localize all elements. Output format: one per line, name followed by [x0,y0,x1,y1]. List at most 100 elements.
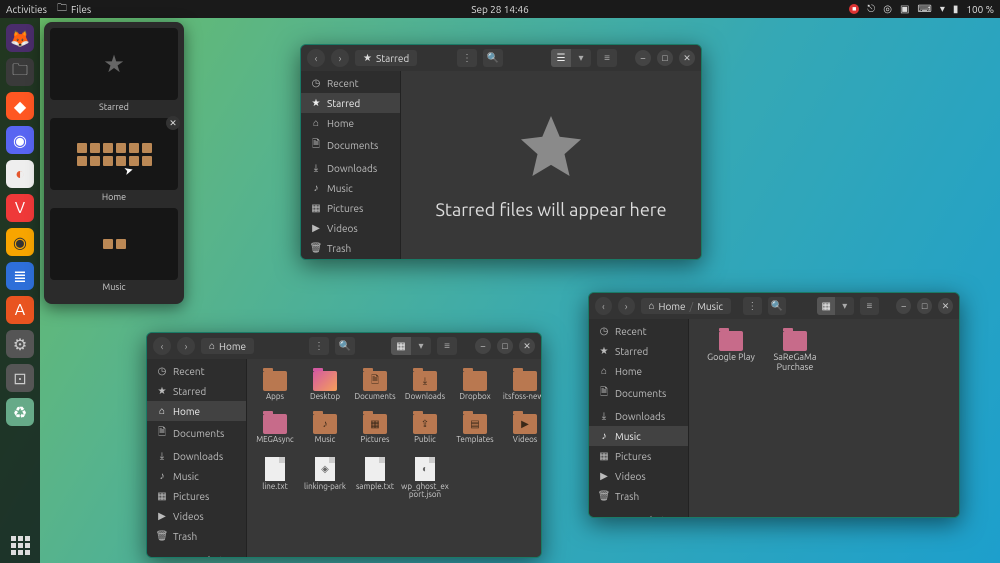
sidebar-item-pictures[interactable]: ▦Pictures [589,446,688,466]
sidebar-item-downloads[interactable]: ⤓Downloads [147,446,246,466]
keyboard-indicator[interactable]: ⌨ [917,3,931,15]
close-button[interactable]: ✕ [938,298,953,314]
battery-icon[interactable]: ▮ [953,3,959,15]
dock-writer-icon[interactable]: ≣ [6,262,34,290]
maximize-button[interactable]: □ [917,298,932,314]
sidebar-item-documents[interactable]: 🗎Documents [301,133,400,158]
file-item[interactable]: Dropbox [451,371,499,402]
file-item[interactable]: ▦Pictures [351,414,399,445]
dock-settings-icon[interactable]: ⚙ [6,330,34,358]
sidebar-item-downloads[interactable]: ⤓Downloads [589,406,688,426]
indicator-icon-3[interactable]: ▣ [900,3,909,15]
back-button[interactable]: ‹ [153,337,171,355]
window-thumb-music[interactable] [50,208,178,280]
kebab-menu-button[interactable]: ⋮ [457,49,477,67]
back-button[interactable]: ‹ [595,297,612,315]
breadcrumb-music[interactable]: Music [697,301,723,312]
file-item[interactable]: ◐wp_ghost_export.json [401,457,449,501]
search-button[interactable]: 🔍 [768,297,787,315]
dock-discord-icon[interactable]: ◉ [6,126,34,154]
dock-disk-icon[interactable]: ⊡ [6,364,34,392]
forward-button[interactable]: › [177,337,195,355]
content-area[interactable]: Google PlaySaReGaMa Purchase [689,319,959,517]
close-icon[interactable]: ✕ [166,116,180,130]
sidebar-item-trash[interactable]: 🗑Trash [147,526,246,546]
file-item[interactable]: itsfoss-news [501,371,541,402]
sidebar-item-videos[interactable]: ▶Videos [147,506,246,526]
hamburger-menu-button[interactable]: ≡ [597,49,617,67]
network-icon[interactable]: ▾ [940,3,945,15]
file-item[interactable]: line.txt [251,457,299,501]
sidebar-item-documents[interactable]: 🗎Documents [589,381,688,406]
location-bar[interactable]: ★ Starred [355,50,417,66]
minimize-button[interactable]: – [475,338,491,354]
dock-trash-icon[interactable]: ♻ [6,398,34,426]
file-item[interactable]: Google Play [701,331,761,373]
activities-button[interactable]: Activities [6,4,47,15]
window-thumb-home[interactable]: ✕ ➤ [50,118,178,190]
sidebar-item-home[interactable]: ⌂Home [301,113,400,133]
sidebar-item-screenshots[interactable]: □Screenshots [147,550,246,557]
file-item[interactable]: 🗎Documents [351,371,399,402]
sidebar-item-screenshots[interactable]: □Screenshots [589,510,688,517]
grid-view-button[interactable]: ▦ [391,337,411,355]
view-chevron-down-icon[interactable]: ▾ [571,49,591,67]
sidebar-item-downloads[interactable]: ⤓Downloads [301,158,400,178]
content-area[interactable]: AppsDesktop🗎Documents⤓DownloadsDropboxit… [247,359,541,557]
list-view-button[interactable]: ☰ [551,49,571,67]
file-item[interactable]: MEGAsync [251,414,299,445]
sidebar-item-home[interactable]: ⌂Home [589,361,688,381]
sidebar-item-trash[interactable]: 🗑Trash [589,486,688,506]
file-item[interactable]: ◈linking-park [301,457,349,501]
sidebar-item-starred[interactable]: ★Starred [301,93,400,113]
hamburger-menu-button[interactable]: ≡ [860,297,879,315]
sidebar-item-recent[interactable]: ◷Recent [589,321,688,341]
sidebar-item-starred[interactable]: ★Starred [589,341,688,361]
file-item[interactable]: ♪Music [301,414,349,445]
dock-files-icon[interactable]: 🗀 [6,58,34,86]
screencast-indicator[interactable]: ■ [849,4,859,14]
dock-vivaldi-icon[interactable]: V [6,194,34,222]
grid-view-button[interactable]: ▦ [817,297,836,315]
sidebar-item-videos[interactable]: ▶Videos [589,466,688,486]
location-bar[interactable]: ⌂ Home [201,338,254,354]
sidebar-item-recent[interactable]: ◷Recent [147,361,246,381]
file-item[interactable]: ▤Templates [451,414,499,445]
sidebar-item-music[interactable]: ♪Music [589,426,688,446]
kebab-menu-button[interactable]: ⋮ [743,297,762,315]
dock-software-icon[interactable]: A [6,296,34,324]
clock-button[interactable]: Sep 28 14:46 [471,4,529,15]
location-bar[interactable]: ⌂ Home / Music [641,298,732,314]
window-thumb-starred[interactable]: ★ [50,28,178,100]
close-button[interactable]: ✕ [519,338,535,354]
sidebar-item-music[interactable]: ♪Music [147,466,246,486]
close-button[interactable]: ✕ [679,50,695,66]
file-item[interactable]: sample.txt [351,457,399,501]
sidebar-item-documents[interactable]: 🗎Documents [147,421,246,446]
sidebar-item-recent[interactable]: ◷Recent [301,73,400,93]
indicator-icon-1[interactable]: ⎋ [867,3,875,15]
minimize-button[interactable]: – [896,298,911,314]
file-item[interactable]: Apps [251,371,299,402]
indicator-icon-2[interactable]: ◎ [883,3,892,15]
dock-app-icon-1[interactable]: ◐ [6,160,34,188]
appmenu-files[interactable]: 🗀 Files [57,1,91,18]
file-item[interactable]: ⤓Downloads [401,371,449,402]
back-button[interactable]: ‹ [307,49,325,67]
search-button[interactable]: 🔍 [483,49,503,67]
file-item[interactable]: Desktop [301,371,349,402]
dock-brave-icon[interactable]: ◆ [6,92,34,120]
maximize-button[interactable]: □ [497,338,513,354]
kebab-menu-button[interactable]: ⋮ [309,337,329,355]
view-chevron-down-icon[interactable]: ▾ [411,337,431,355]
dock-firefox-icon[interactable]: 🦊 [6,24,34,52]
show-applications-button[interactable] [11,536,30,555]
file-item[interactable]: ▶Videos [501,414,541,445]
sidebar-item-pictures[interactable]: ▦Pictures [147,486,246,506]
sidebar-item-trash[interactable]: 🗑Trash [301,238,400,258]
sidebar-item-starred[interactable]: ★Starred [147,381,246,401]
sidebar-item-pictures[interactable]: ▦Pictures [301,198,400,218]
sidebar-item-home[interactable]: ⌂Home [147,401,246,421]
search-button[interactable]: 🔍 [335,337,355,355]
view-chevron-down-icon[interactable]: ▾ [835,297,854,315]
